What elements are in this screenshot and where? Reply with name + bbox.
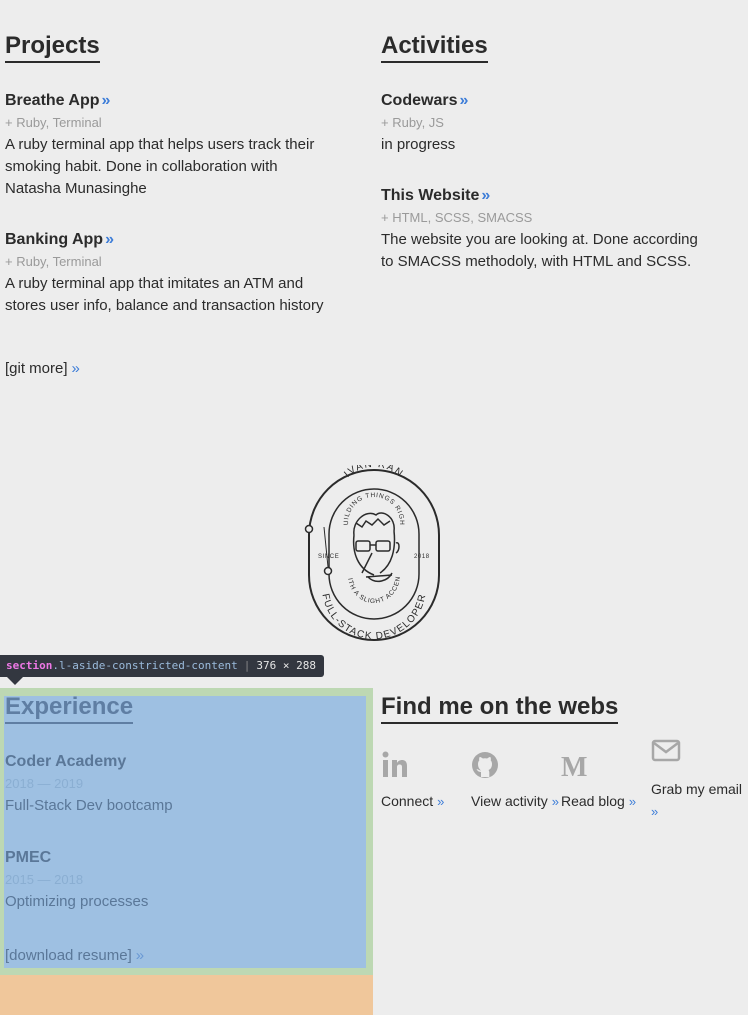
devtools-margin-highlight	[0, 975, 373, 1015]
git-more-text[interactable]: [git more]	[5, 360, 68, 377]
svg-text:IVAN RAN: IVAN RAN	[342, 465, 405, 480]
experience-title: PMEC	[5, 849, 52, 866]
logo-tagline-bottom: WITH A SLIGHT ACCENT	[297, 460, 402, 605]
read-blog-label[interactable]: Read blog	[561, 793, 625, 809]
webs-section: Find me on the webs Connect » View activi…	[381, 693, 742, 850]
raquo-icon[interactable]: »	[481, 187, 490, 204]
project-tags: + Ruby, Terminal	[5, 254, 102, 269]
raquo-icon[interactable]: »	[136, 947, 144, 964]
raquo-icon[interactable]: »	[459, 92, 468, 109]
activity-title[interactable]: Codewars»	[381, 91, 701, 111]
activity-title[interactable]: This Website»	[381, 186, 701, 206]
activity-title-text[interactable]: Codewars	[381, 92, 457, 109]
activity-item-website: This Website» + HTML, SCSS, SMACSS The w…	[381, 186, 701, 273]
tooltip-dimensions: 376 × 288	[256, 659, 317, 672]
raquo-icon[interactable]: »	[629, 794, 636, 809]
web-links: Connect » View activity » M Read blog » Gr…	[381, 739, 742, 850]
tooltip-arrow-icon	[7, 677, 23, 685]
web-link-medium[interactable]: M Read blog »	[561, 750, 636, 813]
experience-section: Experience Coder Academy 2018 — 2019 Ful…	[5, 693, 365, 966]
download-resume-text[interactable]: [download resume]	[5, 947, 132, 964]
project-title[interactable]: Banking App»	[5, 230, 325, 250]
raquo-icon[interactable]: »	[72, 360, 80, 377]
svg-text:M: M	[561, 752, 587, 780]
activities-section: Activities Codewars» + Ruby, JS in progr…	[381, 32, 701, 273]
project-description: A ruby terminal app that imitates an ATM…	[5, 275, 324, 314]
project-tags: + Ruby, Terminal	[5, 115, 102, 130]
raquo-icon[interactable]: »	[437, 794, 444, 809]
view-activity-label[interactable]: View activity	[471, 793, 548, 809]
tooltip-separator: |	[243, 659, 251, 672]
web-link-linkedin[interactable]: Connect »	[381, 750, 444, 813]
web-link-email[interactable]: Grab my email »	[651, 738, 746, 823]
raquo-icon[interactable]: »	[552, 794, 559, 809]
webs-heading: Find me on the webs	[381, 693, 619, 724]
tooltip-tag: section	[6, 659, 53, 672]
svg-text:WITH A SLIGHT ACCENT: WITH A SLIGHT ACCENT	[300, 465, 402, 605]
activity-description: The website you are looking at. Done acc…	[381, 231, 698, 270]
project-item-breathe: Breathe App» + Ruby, Terminal A ruby ter…	[5, 91, 325, 200]
github-icon[interactable]	[471, 750, 559, 790]
project-title-text[interactable]: Banking App	[5, 231, 103, 248]
activity-title-text[interactable]: This Website	[381, 187, 479, 204]
medium-icon[interactable]: M	[561, 750, 636, 790]
email-icon[interactable]	[651, 738, 746, 778]
project-description: A ruby terminal app that helps users tra…	[5, 136, 315, 197]
activities-heading: Activities	[381, 32, 488, 63]
developer-logo: IVAN RAN BUILDING THINGS RIGHT FULL-STAC…	[297, 459, 448, 645]
logo-year: 2018	[414, 554, 430, 560]
download-resume-link[interactable]: [download resume]»	[5, 946, 365, 966]
face-illustration	[352, 512, 400, 583]
developer-logo-graphic: IVAN RAN BUILDING THINGS RIGHT FULL-STAC…	[297, 459, 440, 642]
project-item-banking: Banking App» + Ruby, Terminal A ruby ter…	[5, 230, 325, 317]
web-link-label[interactable]: Grab my email »	[651, 778, 746, 823]
devtools-element-tooltip: section.l-aside-constricted-content | 376 …	[0, 655, 325, 677]
activity-item-codewars: Codewars» + Ruby, JS in progress	[381, 91, 701, 156]
experience-heading: Experience	[5, 693, 134, 724]
experience-item-pmec: PMEC 2015 — 2018 Optimizing processes	[5, 848, 365, 913]
git-more-link[interactable]: [git more]»	[5, 359, 325, 379]
experience-description: Optimizing processes	[5, 893, 149, 910]
activity-description: in progress	[381, 136, 456, 153]
project-title[interactable]: Breathe App»	[5, 91, 325, 111]
web-link-github[interactable]: View activity »	[471, 750, 559, 813]
page: Projects Breathe App» + Ruby, Terminal A…	[0, 0, 748, 1015]
linkedin-icon[interactable]	[381, 750, 444, 790]
tooltip-class: .l-aside-constricted-content	[52, 659, 238, 672]
raquo-icon[interactable]: »	[102, 92, 111, 109]
activity-tags: + HTML, SCSS, SMACSS	[381, 210, 533, 225]
web-link-label[interactable]: Connect »	[381, 790, 444, 813]
raquo-icon[interactable]: »	[105, 231, 114, 248]
projects-heading: Projects	[5, 32, 100, 63]
web-link-label[interactable]: Read blog »	[561, 790, 636, 813]
logo-name: IVAN RAN	[342, 459, 404, 480]
experience-title: Coder Academy	[5, 753, 127, 770]
logo-since: SINCE	[318, 554, 339, 560]
experience-description: Full-Stack Dev bootcamp	[5, 797, 173, 814]
activity-tags: + Ruby, JS	[381, 115, 444, 130]
experience-dates: 2018 — 2019	[5, 776, 84, 791]
raquo-icon[interactable]: »	[651, 804, 658, 819]
project-title-text[interactable]: Breathe App	[5, 92, 100, 109]
experience-dates: 2015 — 2018	[5, 872, 84, 887]
grab-email-label[interactable]: Grab my email	[651, 781, 742, 797]
experience-item-coder-academy: Coder Academy 2018 — 2019 Full-Stack Dev…	[5, 752, 365, 817]
connect-label[interactable]: Connect	[381, 793, 433, 809]
projects-section: Projects Breathe App» + Ruby, Terminal A…	[5, 32, 325, 379]
web-link-label[interactable]: View activity »	[471, 790, 559, 813]
